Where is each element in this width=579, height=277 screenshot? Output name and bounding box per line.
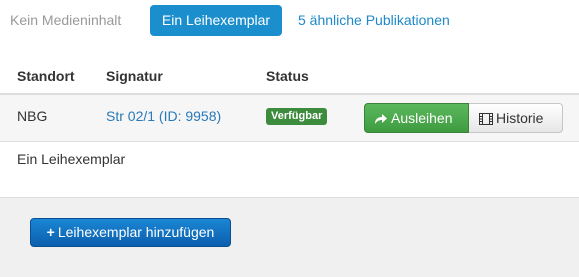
copies-caption: Ein Leihexemplar xyxy=(17,151,126,167)
table-header: Standort Signatur Status xyxy=(0,58,579,95)
column-header-standort: Standort xyxy=(17,68,75,84)
column-header-signatur: Signatur xyxy=(106,68,163,84)
tab-no-media: Kein Medieninhalt xyxy=(10,12,122,28)
historie-button[interactable]: Historie xyxy=(469,103,563,133)
signatur-link[interactable]: Str 02/1 (ID: 9958) xyxy=(106,108,221,124)
historie-label: Historie xyxy=(496,110,544,126)
add-copy-label: Leihexemplar hinzufügen xyxy=(57,224,215,240)
standort-cell: NBG xyxy=(17,108,48,124)
plus-icon: + xyxy=(46,224,55,240)
column-header-status: Status xyxy=(266,68,309,84)
tab-copies[interactable]: Ein Leihexemplar xyxy=(150,5,282,36)
add-copy-button[interactable]: + Leihexemplar hinzufügen xyxy=(30,218,231,247)
tab-similar-publications[interactable]: 5 ähnliche Publikationen xyxy=(288,5,460,36)
ausleihen-button[interactable]: Ausleihen xyxy=(364,103,469,133)
tab-bar: Kein Medieninhalt Ein Leihexemplar 5 ähn… xyxy=(0,5,579,36)
share-arrow-icon xyxy=(375,114,387,124)
status-badge: Verfügbar xyxy=(266,108,328,125)
table-row: NBG Str 02/1 (ID: 9958) Verfügbar Auslei… xyxy=(0,95,579,142)
footer-panel: + Leihexemplar hinzufügen xyxy=(0,197,579,277)
ausleihen-label: Ausleihen xyxy=(391,110,453,126)
film-icon xyxy=(479,113,493,125)
